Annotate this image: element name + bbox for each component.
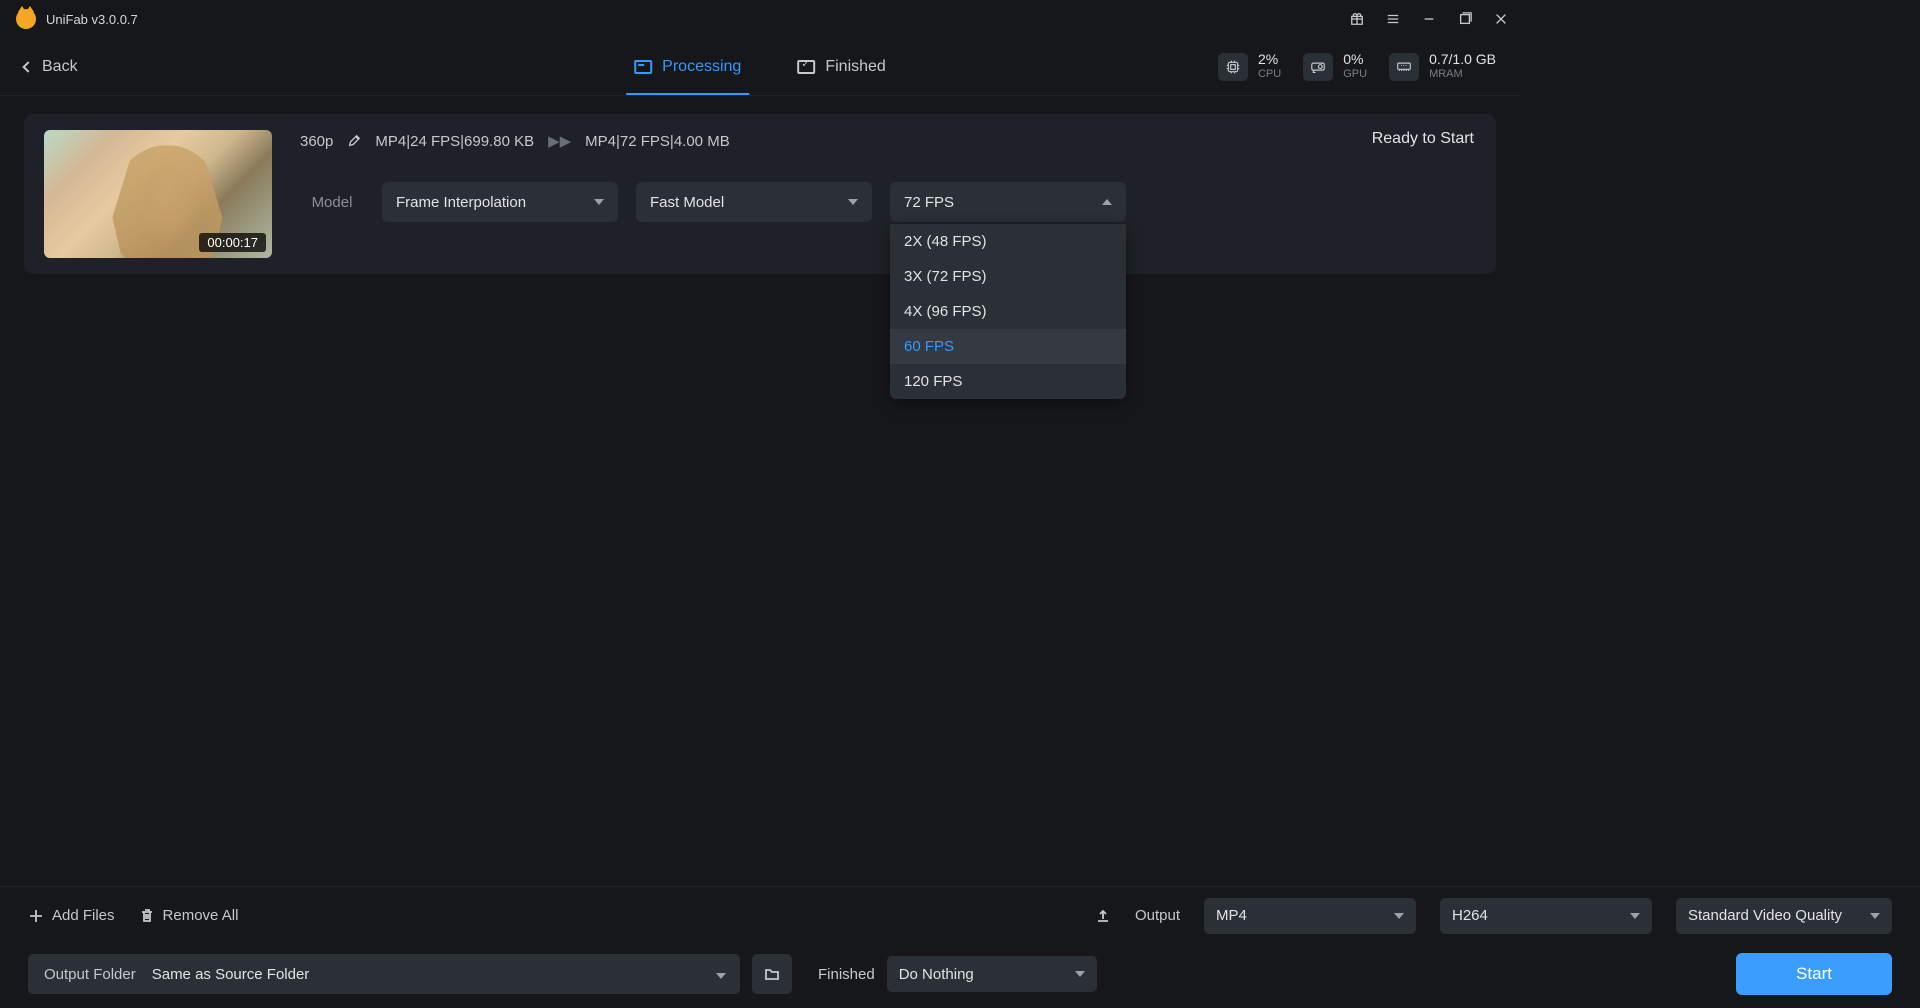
footer-bottom: Output Folder Same as Source Folder Fini… — [0, 950, 1920, 998]
add-files-button[interactable]: Add Files — [28, 907, 115, 924]
finished-action-select[interactable]: Do Nothing — [887, 956, 1097, 992]
finished-icon — [797, 60, 815, 74]
fps-option[interactable]: 120 FPS — [890, 364, 1126, 399]
gift-icon[interactable] — [1350, 12, 1364, 26]
cpu-label: CPU — [1258, 68, 1281, 82]
task-status: Ready to Start — [1372, 130, 1474, 148]
plus-icon — [28, 908, 44, 924]
tab-label: Finished — [825, 58, 885, 76]
model-label: Model — [300, 194, 364, 211]
gpu-stat: 0% GPU — [1303, 51, 1367, 82]
source-spec: MP4|24 FPS|699.80 KB — [375, 133, 534, 150]
finished-action-value: Do Nothing — [899, 966, 974, 983]
speed-select-value: Fast Model — [650, 194, 724, 211]
cpu-value: 2% — [1258, 51, 1281, 69]
chevron-down-icon — [848, 199, 858, 205]
minimize-button[interactable] — [1422, 12, 1436, 26]
browse-folder-button[interactable] — [752, 954, 792, 994]
output-folder-select[interactable]: Output Folder Same as Source Folder — [28, 954, 740, 994]
trash-icon — [139, 908, 155, 924]
output-label: Output — [1135, 907, 1180, 924]
task-card: 00:00:17 360p MP4|24 FPS|699.80 KB ▶▶ MP… — [24, 114, 1496, 274]
chevron-down-icon — [594, 199, 604, 205]
target-spec: MP4|72 FPS|4.00 MB — [585, 133, 730, 150]
add-files-label: Add Files — [52, 907, 115, 924]
fps-option[interactable]: 60 FPS — [890, 329, 1126, 364]
fps-option[interactable]: 2X (48 FPS) — [890, 224, 1126, 259]
video-thumbnail[interactable]: 00:00:17 — [44, 130, 272, 258]
codec-select[interactable]: H264 — [1440, 898, 1652, 934]
quality-value: Standard Video Quality — [1688, 907, 1842, 924]
fps-dropdown: 2X (48 FPS)3X (72 FPS)4X (96 FPS)60 FPS1… — [890, 224, 1126, 399]
arrow-separator-icon: ▶▶ — [548, 132, 571, 150]
gpu-icon — [1303, 53, 1333, 81]
remove-all-button[interactable]: Remove All — [139, 907, 239, 924]
ram-icon — [1389, 53, 1419, 81]
close-button[interactable] — [1494, 12, 1508, 26]
processing-icon — [634, 60, 652, 74]
gpu-value: 0% — [1343, 51, 1367, 69]
output-folder-label: Output Folder — [28, 966, 152, 983]
menu-icon[interactable] — [1386, 12, 1400, 26]
edit-icon[interactable] — [347, 134, 361, 148]
chevron-down-icon — [716, 973, 726, 979]
gpu-label: GPU — [1343, 68, 1367, 82]
cpu-stat: 2% CPU — [1218, 51, 1281, 82]
quality-select[interactable]: Standard Video Quality — [1676, 898, 1892, 934]
fps-option[interactable]: 3X (72 FPS) — [890, 259, 1126, 294]
start-label: Start — [1796, 964, 1832, 984]
model-select[interactable]: Frame Interpolation — [382, 182, 618, 222]
fps-select-value: 72 FPS — [904, 194, 954, 211]
cpu-icon — [1218, 53, 1248, 81]
content-area: 00:00:17 360p MP4|24 FPS|699.80 KB ▶▶ MP… — [0, 96, 1520, 292]
fps-select[interactable]: 72 FPS 2X (48 FPS)3X (72 FPS)4X (96 FPS)… — [890, 182, 1126, 222]
back-label: Back — [42, 58, 78, 76]
app-title: UniFab v3.0.0.7 — [46, 12, 138, 27]
codec-value: H264 — [1452, 907, 1488, 924]
chevron-down-icon — [1075, 971, 1085, 977]
resolution-badge: 360p — [300, 133, 333, 150]
chevron-down-icon — [1870, 913, 1880, 919]
speed-select[interactable]: Fast Model — [636, 182, 872, 222]
chevron-down-icon — [1630, 913, 1640, 919]
folder-icon — [764, 966, 780, 982]
back-button[interactable]: Back — [24, 58, 78, 76]
output-folder-value: Same as Source Folder — [152, 966, 702, 983]
title-bar: UniFab v3.0.0.7 — [0, 0, 1520, 38]
fps-option[interactable]: 4X (96 FPS) — [890, 294, 1126, 329]
maximize-button[interactable] — [1458, 12, 1472, 26]
ram-label: MRAM — [1429, 68, 1496, 82]
top-bar: Back Processing Finished 2% CPU 0% — [0, 38, 1520, 96]
start-button[interactable]: Start — [1736, 953, 1892, 995]
footer-toolbar: Add Files Remove All Output MP4 H264 Sta… — [0, 886, 1920, 944]
upload-icon — [1095, 908, 1111, 924]
format-value: MP4 — [1216, 907, 1247, 924]
thumbnail-duration: 00:00:17 — [199, 233, 266, 252]
ram-stat: 0.7/1.0 GB MRAM — [1389, 51, 1496, 82]
tab-processing[interactable]: Processing — [634, 38, 741, 95]
remove-all-label: Remove All — [163, 907, 239, 924]
chevron-left-icon — [22, 61, 33, 72]
chevron-up-icon — [1102, 199, 1112, 205]
chevron-down-icon — [1394, 913, 1404, 919]
app-logo-icon — [16, 9, 36, 29]
format-select[interactable]: MP4 — [1204, 898, 1416, 934]
tab-finished[interactable]: Finished — [797, 38, 885, 95]
model-select-value: Frame Interpolation — [396, 194, 526, 211]
finished-label: Finished — [818, 966, 875, 983]
ram-value: 0.7/1.0 GB — [1429, 51, 1496, 69]
tab-label: Processing — [662, 58, 741, 76]
